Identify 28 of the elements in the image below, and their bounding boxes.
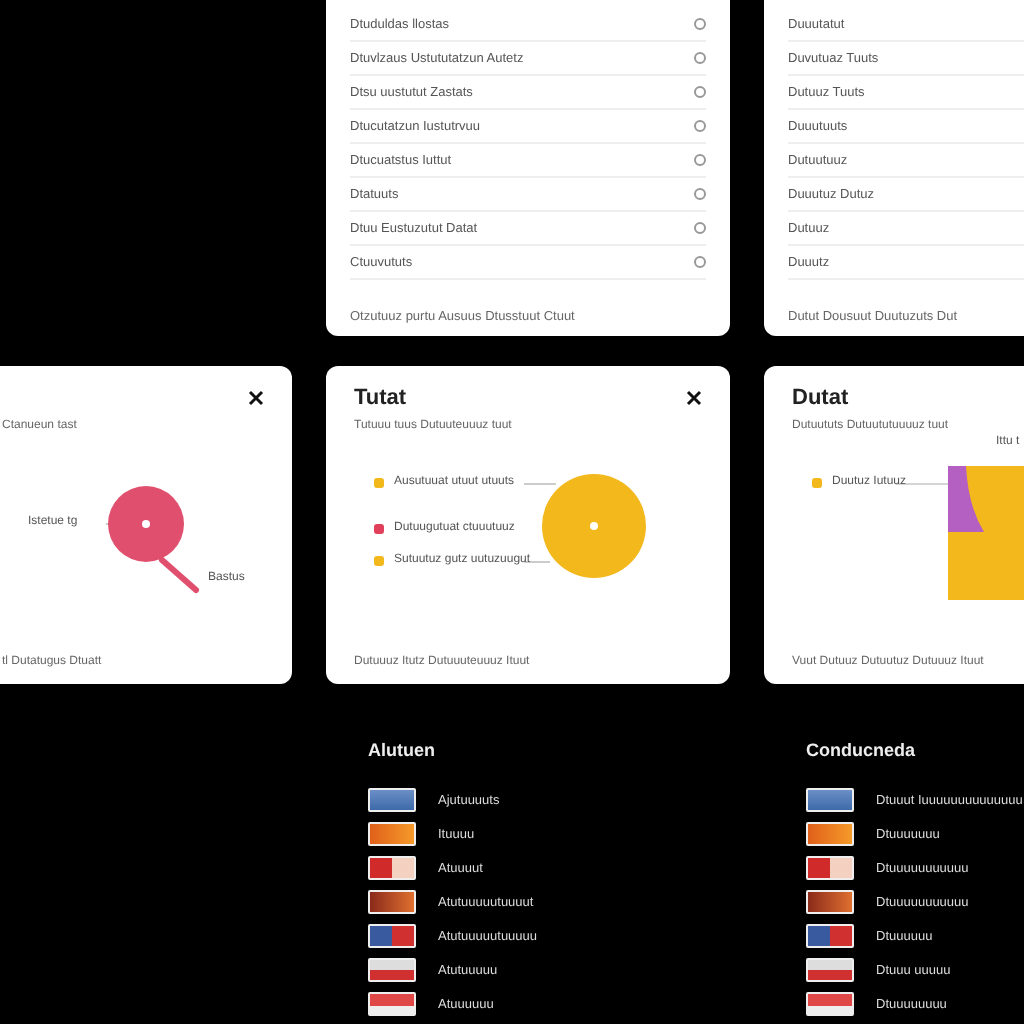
thumbnail-image[interactable] xyxy=(368,788,416,812)
thumbnail-image[interactable] xyxy=(368,992,416,1016)
section-heading: Alutuen xyxy=(368,740,437,760)
circle-icon[interactable] xyxy=(694,86,706,98)
close-icon[interactable] xyxy=(248,390,264,406)
circle-icon[interactable] xyxy=(694,222,706,234)
circle-icon[interactable] xyxy=(694,188,706,200)
close-icon[interactable] xyxy=(686,390,702,406)
thumbnail-image[interactable] xyxy=(806,958,854,982)
circle-icon[interactable] xyxy=(694,120,706,132)
thumbnail-image[interactable] xyxy=(368,924,416,948)
circle-icon[interactable] xyxy=(694,52,706,64)
thumbnail-image[interactable] xyxy=(806,822,854,846)
card-title: Dutat xyxy=(792,386,849,410)
thumbnail-image[interactable] xyxy=(368,856,416,880)
thumbnail-image[interactable] xyxy=(806,992,854,1016)
thumbnail-image[interactable] xyxy=(806,856,854,880)
section-heading: Conducneda xyxy=(806,740,918,760)
thumbnail-image[interactable] xyxy=(806,924,854,948)
thumbnail-image[interactable] xyxy=(368,958,416,982)
thumbnail-image[interactable] xyxy=(368,822,416,846)
thumbnail-image[interactable] xyxy=(806,890,854,914)
thumbnail-image[interactable] xyxy=(806,788,854,812)
circle-icon[interactable] xyxy=(694,256,706,268)
circle-icon[interactable] xyxy=(694,154,706,166)
thumbnail-image[interactable] xyxy=(368,890,416,914)
circle-icon[interactable] xyxy=(694,18,706,30)
card-title: Tutat xyxy=(354,386,407,410)
